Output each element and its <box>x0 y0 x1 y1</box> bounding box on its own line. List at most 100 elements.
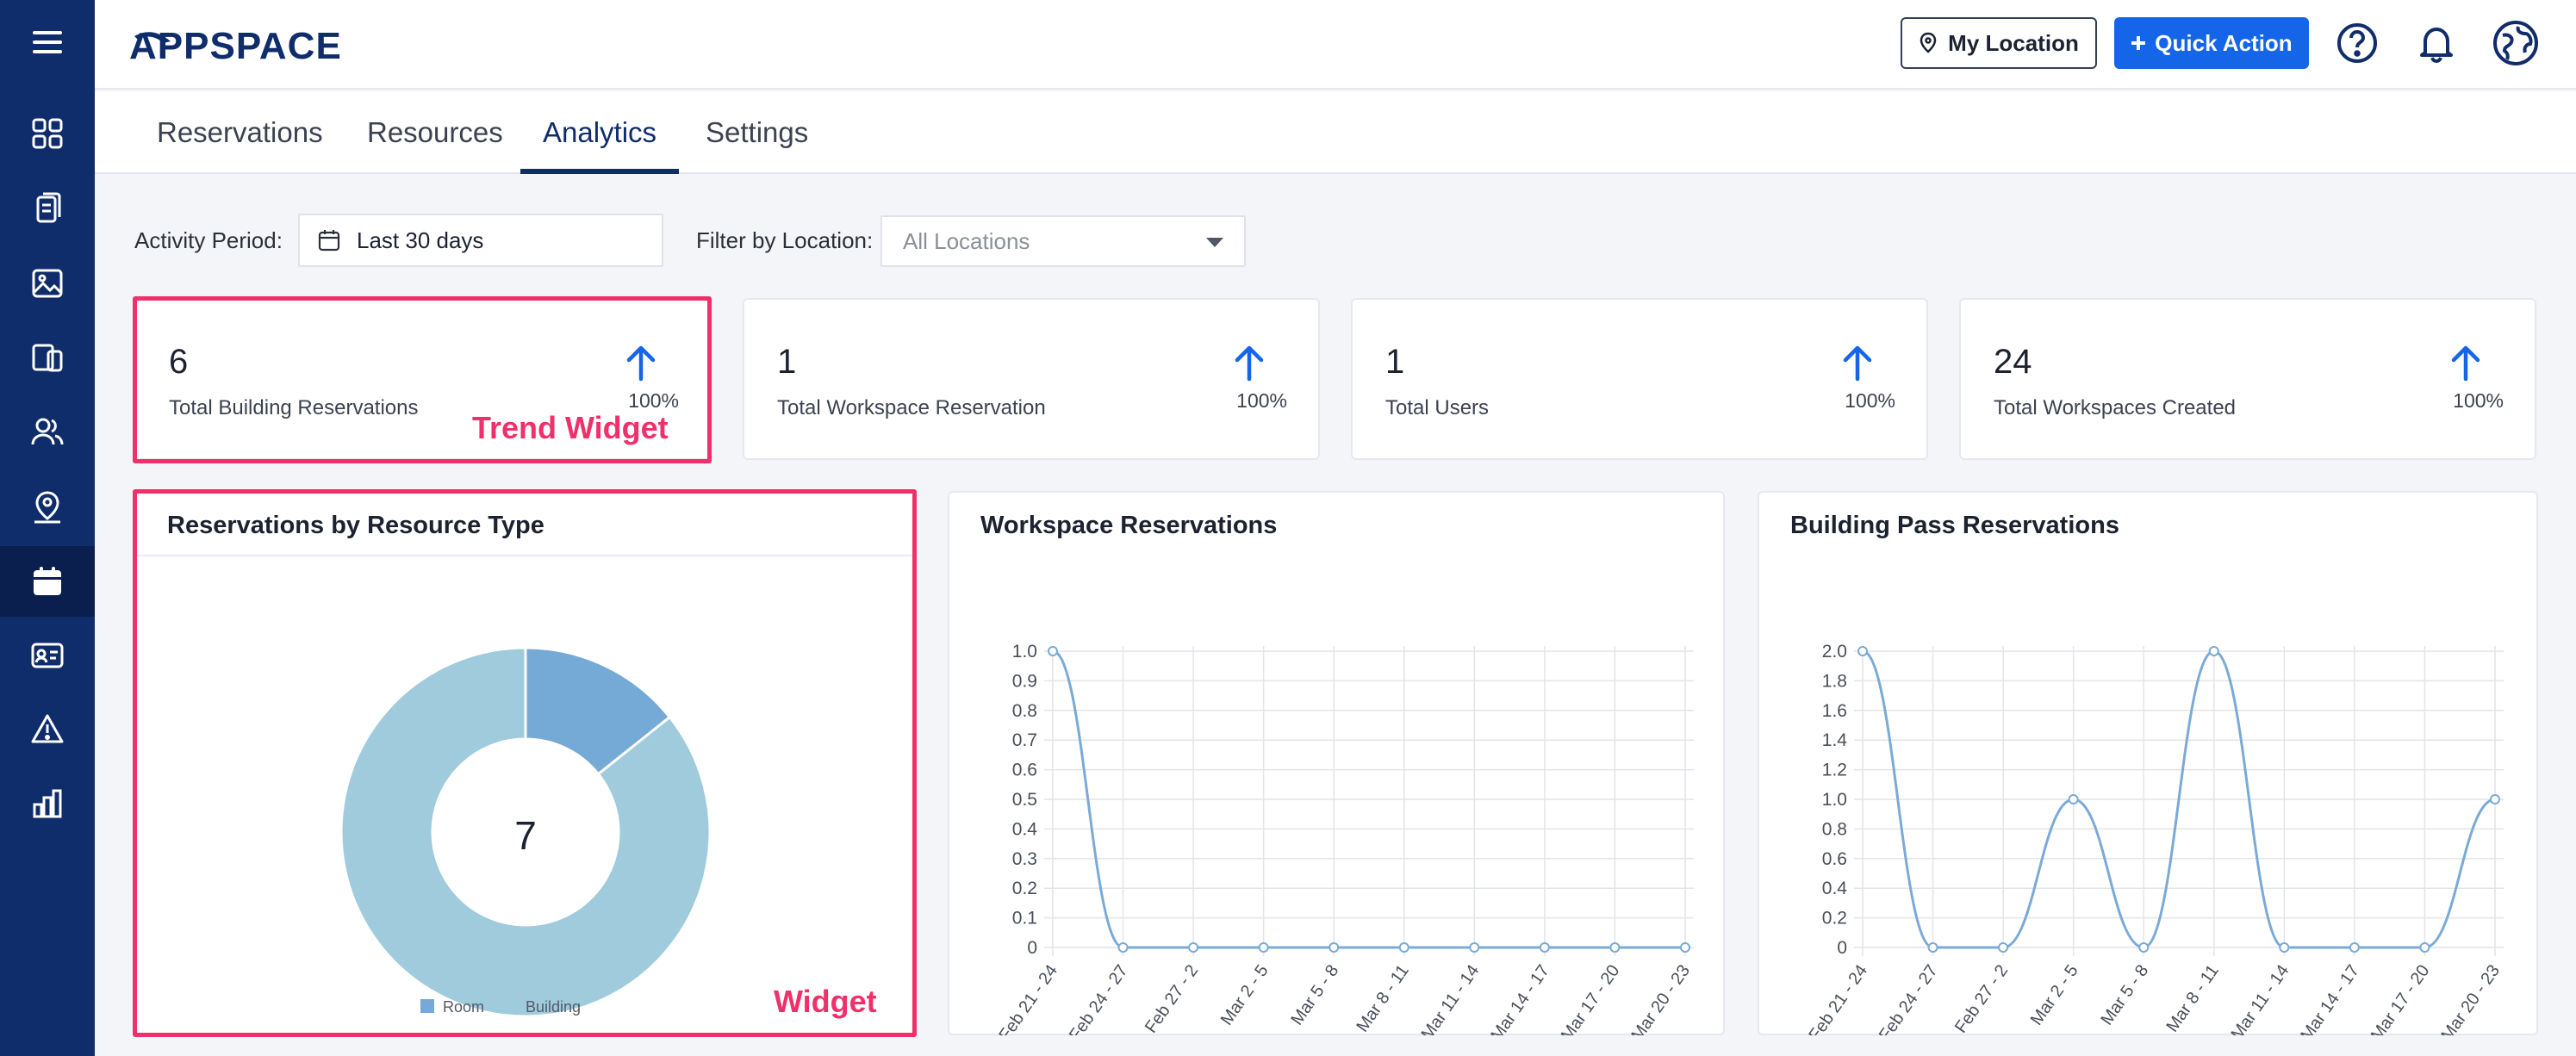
sidebar-item-badges[interactable] <box>0 620 95 691</box>
sidebar-item-users[interactable] <box>0 396 95 467</box>
sidebar-item-content[interactable] <box>0 172 95 243</box>
data-point <box>1927 942 1938 953</box>
y-tick-label: 0.4 <box>1822 879 1848 898</box>
location-pin-icon <box>1920 32 1937 53</box>
trend-label: Total Building Reservations <box>169 396 419 419</box>
my-location-label: My Location <box>1948 29 2079 56</box>
widget-workspace-reservations: Workspace Reservations 1.0 0.9 0.8 0.7 0.6 0.… <box>948 491 1725 1035</box>
data-point <box>1680 942 1690 953</box>
logo-text: APPSPACE <box>129 25 342 67</box>
top-bar: APPSPACE My Location Quick Action <box>95 0 2576 90</box>
menu-button[interactable] <box>0 7 95 78</box>
data-point <box>1469 942 1480 953</box>
y-tick-label: 1.4 <box>1822 730 1848 750</box>
sidebar-item-devices[interactable] <box>0 322 95 393</box>
data-point <box>1328 942 1340 953</box>
trend-card-workspace-reservation: 1 Total Workspace Reservation 100% <box>743 298 1320 460</box>
arrow-up-icon <box>626 345 656 382</box>
tab-resources[interactable]: Resources <box>367 91 503 174</box>
trend-change: 100% <box>628 389 679 412</box>
tab-analytics[interactable]: Analytics <box>543 91 656 174</box>
trend-label: Total Workspace Reservation <box>777 396 1046 419</box>
trend-value: 24 <box>1994 343 2032 381</box>
caret-down-icon <box>1206 238 1223 247</box>
trend-label: Total Workspaces Created <box>1994 396 2237 419</box>
trend-label: Total Users <box>1385 396 1490 419</box>
x-tick-label: Mar 5 - 8 <box>1287 961 1342 1028</box>
account-button[interactable] <box>2492 19 2540 67</box>
y-tick-label: 1.2 <box>1822 761 1847 780</box>
x-tick-label: Feb 27 - 2 <box>1142 961 1202 1035</box>
location-select-value: All Locations <box>903 227 1030 254</box>
sidebar-item-analytics[interactable] <box>0 768 95 839</box>
data-point <box>2419 942 2430 953</box>
x-tick-label: Mar 8 - 11 <box>1353 961 1412 1035</box>
line-chart-workspace: 1.0 0.9 0.8 0.7 0.6 0.5 0.4 0.3 0.2 0.1 0 Feb 21 - … <box>995 642 1694 1035</box>
notifications-button[interactable] <box>2412 19 2461 67</box>
appspace-logo[interactable]: APPSPACE <box>129 21 431 69</box>
y-tick-label: 1.0 <box>1012 642 1037 662</box>
trend-value: 1 <box>1385 343 1405 381</box>
my-location-button[interactable]: My Location <box>1901 17 2097 69</box>
sidebar-item-dashboard[interactable] <box>0 98 95 169</box>
x-tick-label: Mar 11 - 14 <box>1418 961 1484 1035</box>
plus-icon <box>2131 36 2146 50</box>
data-point <box>1048 646 1058 656</box>
widget-annotation: Widget <box>774 984 877 1019</box>
y-tick-label: 2.0 <box>1822 642 1847 662</box>
sidebar-item-reservations[interactable] <box>0 546 95 617</box>
quick-action-button[interactable]: Quick Action <box>2114 17 2309 69</box>
y-tick-label: 0 <box>1027 938 1037 958</box>
data-point <box>1609 942 1621 953</box>
y-tick-label: 1.6 <box>1822 701 1847 721</box>
x-tick-label: Mar 14 - 17 <box>2297 961 2363 1035</box>
y-tick-label: 0.9 <box>1012 671 1037 691</box>
sidebar <box>0 0 95 1056</box>
widget-title: Building Pass Reservations <box>1790 512 2119 539</box>
x-tick-label: Mar 20 - 23 <box>2437 961 2504 1035</box>
data-point <box>1539 942 1550 953</box>
x-tick-label: Mar 17 - 20 <box>1558 961 1624 1035</box>
y-tick-label: 0.1 <box>1012 909 1037 929</box>
trend-value: 6 <box>169 343 189 381</box>
arrow-up-icon <box>1235 345 1264 382</box>
tab-settings[interactable]: Settings <box>706 91 808 174</box>
y-tick-label: 1.0 <box>1822 790 1847 810</box>
help-button[interactable] <box>2333 19 2381 67</box>
filter-location-label: Filter by Location: <box>696 227 874 253</box>
legend-swatch-building <box>503 999 517 1013</box>
y-tick-label: 0.6 <box>1012 761 1037 780</box>
globe-icon <box>2493 21 2538 65</box>
legend-label-room: Room <box>443 998 484 1016</box>
data-point <box>1258 942 1269 953</box>
sidebar-item-library[interactable] <box>0 248 95 319</box>
trend-widget-annotation: Trend Widget <box>472 410 669 445</box>
tab-reservations[interactable]: Reservations <box>157 91 323 174</box>
help-icon <box>2337 23 2377 63</box>
data-point <box>1117 942 1129 953</box>
y-tick-label: 0.7 <box>1012 730 1037 750</box>
activity-period-picker[interactable]: Last 30 days <box>298 214 663 267</box>
data-point <box>2138 942 2150 953</box>
sidebar-item-alerts[interactable] <box>0 694 95 765</box>
x-tick-label: Feb 24 - 27 <box>1066 961 1132 1035</box>
quick-action-label: Quick Action <box>2155 29 2293 56</box>
y-tick-label: 0.2 <box>1012 879 1037 898</box>
x-tick-label: Mar 11 - 14 <box>2228 961 2293 1035</box>
data-point <box>2068 794 2079 804</box>
calendar-small-icon <box>318 230 340 252</box>
location-select[interactable]: All Locations <box>880 215 1246 267</box>
y-tick-label: 0.8 <box>1822 819 1847 839</box>
y-tick-label: 0 <box>1837 938 1847 958</box>
legend-label-building: Building <box>526 998 581 1016</box>
y-tick-label: 0.8 <box>1012 701 1037 721</box>
data-point <box>2349 942 2360 953</box>
activity-period-value: Last 30 days <box>357 227 484 253</box>
data-point <box>2279 942 2290 953</box>
bar-chart-icon <box>33 789 62 818</box>
id-card-icon <box>31 643 64 668</box>
sidebar-item-locations[interactable] <box>0 472 95 543</box>
line-chart-building-pass: 2.0 1.8 1.6 1.4 1.2 1.0 0.8 0.6 0.4 0.2 0 Feb 21 - … <box>1805 642 2504 1035</box>
content-cards-icon <box>36 192 61 223</box>
activity-period-label: Activity Period: <box>134 227 283 253</box>
